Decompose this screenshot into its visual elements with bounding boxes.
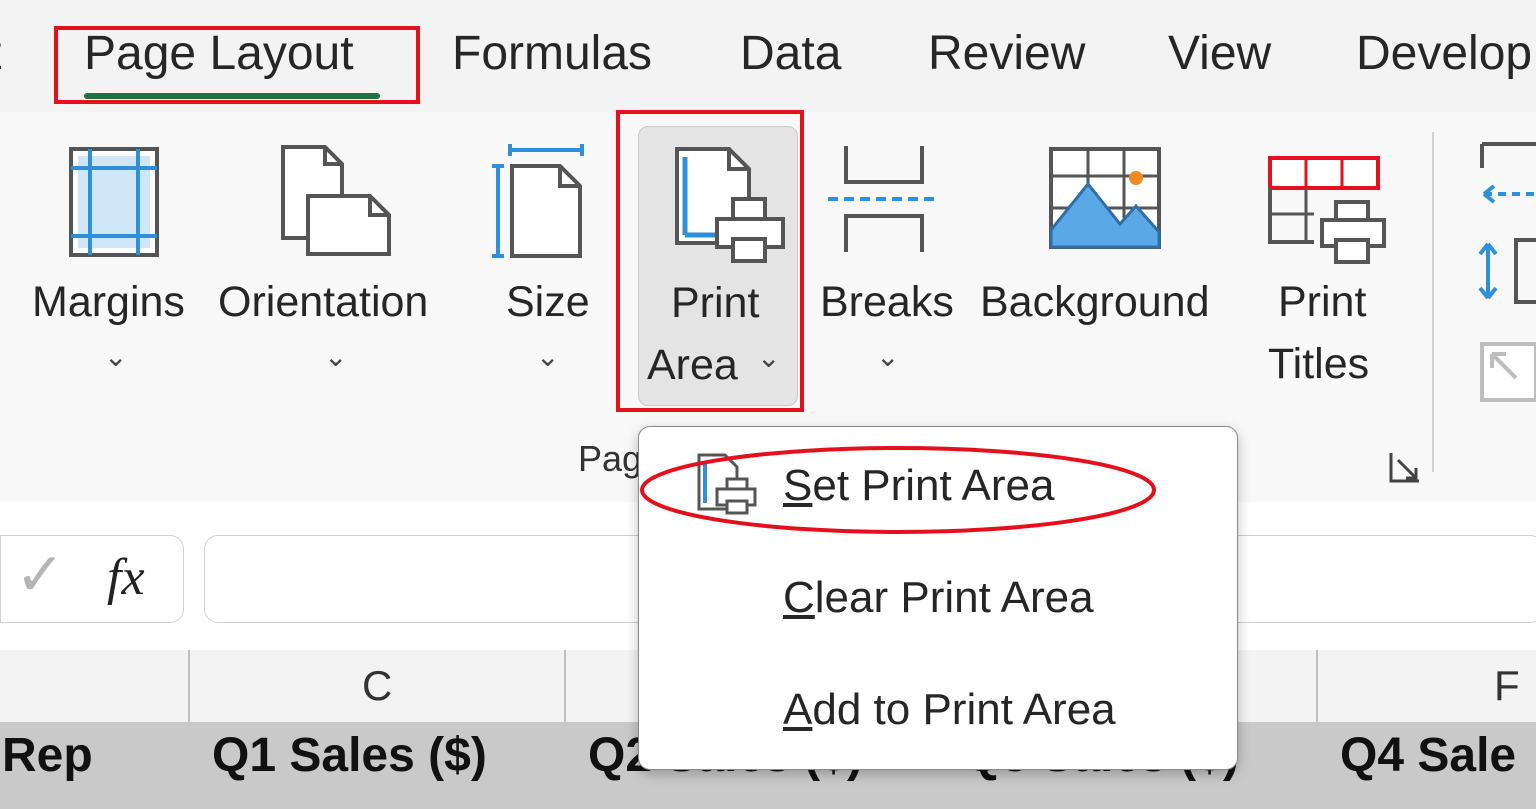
tab-review[interactable]: Review — [928, 22, 1085, 86]
highlight-ellipse-set-print-area — [640, 446, 1156, 534]
dialog-launcher-icon[interactable] — [1388, 450, 1422, 484]
print-titles-label-line2: Titles — [1268, 340, 1370, 388]
insert-function-button[interactable]: fx — [107, 548, 145, 607]
background-icon — [1049, 147, 1161, 249]
group-separator — [1432, 132, 1434, 472]
access-key: C — [783, 573, 815, 622]
formula-buttons: ✓ fx — [0, 535, 184, 623]
margins-button[interactable]: Margins ⌄ — [30, 140, 200, 380]
chevron-down-icon: ⌄ — [104, 341, 128, 372]
background-button[interactable]: Background — [980, 140, 1230, 380]
margins-icon — [69, 147, 159, 257]
print-titles-label-line1: Print — [1278, 278, 1367, 326]
column-header-f[interactable]: F — [1494, 662, 1520, 710]
enter-check-icon[interactable]: ✓ — [15, 540, 65, 610]
tab-home-partial[interactable]: t — [0, 22, 1, 86]
breaks-label: Breaks — [820, 278, 954, 326]
highlight-box-page-layout — [54, 26, 420, 104]
margins-label: Margins — [32, 278, 185, 326]
orientation-label: Orientation — [218, 278, 429, 326]
menu-item-add-to-print-area[interactable]: Add to Print Area — [783, 685, 1116, 735]
menu-item-label-rest: dd to Print Area — [812, 685, 1116, 734]
tab-developer-partial[interactable]: Develop — [1356, 22, 1532, 86]
cell-rep-header[interactable]: Rep — [2, 728, 93, 783]
chevron-down-icon: ⌄ — [324, 341, 348, 372]
tab-view[interactable]: View — [1168, 22, 1271, 86]
tab-formulas[interactable]: Formulas — [452, 22, 652, 86]
group-label-page-setup: Pag — [578, 438, 643, 479]
size-icon — [492, 144, 584, 258]
access-key: A — [783, 685, 813, 734]
size-button[interactable]: Size ⌄ — [490, 140, 600, 380]
orientation-icon — [281, 145, 391, 256]
cell-q1-header[interactable]: Q1 Sales ($) — [212, 728, 487, 783]
width-scale-icon[interactable] — [1476, 138, 1536, 408]
chevron-down-icon: ⌄ — [536, 341, 560, 372]
menu-item-label-rest: lear Print Area — [814, 573, 1094, 622]
menu-item-clear-print-area[interactable]: Clear Print Area — [783, 573, 1094, 623]
chevron-down-icon: ⌄ — [876, 341, 900, 372]
column-header-c[interactable]: C — [362, 662, 392, 710]
tab-data[interactable]: Data — [740, 22, 841, 86]
print-titles-button[interactable]: Print Titles — [1262, 140, 1392, 400]
size-label: Size — [506, 278, 590, 326]
breaks-icon — [828, 146, 940, 252]
background-label: Background — [980, 278, 1210, 326]
orientation-button[interactable]: Orientation ⌄ — [218, 140, 454, 380]
print-titles-icon — [1268, 156, 1386, 264]
cell-q4-header[interactable]: Q4 Sale — [1340, 728, 1516, 783]
highlight-box-print-area — [616, 110, 804, 412]
breaks-button[interactable]: Breaks ⌄ — [818, 140, 954, 380]
